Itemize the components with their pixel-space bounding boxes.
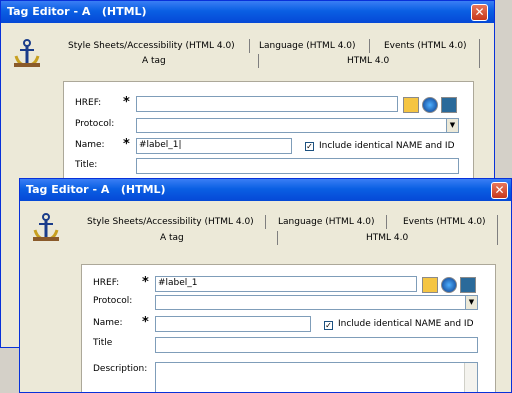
back-tab-a-tag[interactable]: A tag [142,56,166,66]
anchor-icon [33,213,59,241]
back-tab-divider [249,39,250,53]
include-label: Include identical NAME and ID [338,319,474,329]
tab-divider [386,215,387,229]
back-href-input[interactable] [136,96,398,112]
back-name-label: Name: [75,140,105,150]
chevron-down-icon[interactable]: ▼ [465,296,477,309]
name-required-marker: * [142,315,149,330]
title-input[interactable] [155,337,478,353]
back-tab-style-sheets[interactable]: Style Sheets/Accessibility (HTML 4.0) [68,41,235,51]
anchor-icon [14,39,40,67]
chevron-down-icon[interactable]: ▼ [446,119,458,132]
back-protocol-select[interactable]: ▼ [136,118,459,133]
back-close-icon[interactable]: ✕ [471,4,488,21]
back-title-label: Title: [75,160,98,170]
tab-html40[interactable]: HTML 4.0 [366,233,408,243]
globe-icon[interactable] [422,97,438,113]
back-href-required-marker: * [123,95,130,110]
tab-a-tag[interactable]: A tag [160,233,184,243]
description-label: Description: [93,364,148,374]
close-icon[interactable]: ✕ [491,182,508,199]
tab-divider [265,215,266,229]
back-tab-divider [369,39,370,53]
front-window-title: Tag Editor - A (HTML) [26,183,166,196]
protocol-label: Protocol: [93,296,133,306]
back-tab-html40[interactable]: HTML 4.0 [347,56,389,66]
front-tag-editor-window: Tag Editor - A (HTML) ✕ Style Sheets/Acc… [19,178,512,393]
href-input[interactable]: #label_1 [155,276,417,292]
title-label: Title [93,338,113,348]
back-tab-events[interactable]: Events (HTML 4.0) [384,41,467,51]
back-tab-language[interactable]: Language (HTML 4.0) [259,41,356,51]
subtab-divider [277,231,278,245]
back-subtab-divider [479,39,480,68]
back-include-checkbox[interactable]: ✓ [305,142,314,151]
back-window-title: Tag Editor - A (HTML) [7,5,147,18]
back-title-input[interactable] [136,158,459,174]
tab-style-sheets[interactable]: Style Sheets/Accessibility (HTML 4.0) [87,217,254,227]
folder-open-icon[interactable] [403,97,419,113]
image-icon[interactable] [441,97,457,113]
back-subtab-divider [258,54,259,68]
description-textarea[interactable] [155,362,478,392]
back-protocol-label: Protocol: [75,119,115,129]
subtab-divider [497,215,498,245]
include-checkbox[interactable]: ✓ [324,321,333,330]
image-icon[interactable] [460,277,476,293]
folder-open-icon[interactable] [422,277,438,293]
tab-events[interactable]: Events (HTML 4.0) [403,217,486,227]
back-name-required-marker: * [123,137,130,152]
href-required-marker: * [142,275,149,290]
back-href-label: HREF: [75,98,102,108]
back-name-input[interactable]: #label_1| [136,138,292,154]
href-label: HREF: [93,278,120,288]
protocol-select[interactable]: ▼ [155,295,478,310]
globe-icon[interactable] [441,277,457,293]
name-label: Name: [93,318,123,328]
back-include-label: Include identical NAME and ID [319,141,455,151]
back-titlebar[interactable]: Tag Editor - A (HTML) [1,1,494,23]
scrollbar[interactable] [464,363,477,392]
name-input[interactable] [155,316,311,332]
tab-language[interactable]: Language (HTML 4.0) [278,217,375,227]
front-titlebar[interactable]: Tag Editor - A (HTML) [20,179,511,201]
